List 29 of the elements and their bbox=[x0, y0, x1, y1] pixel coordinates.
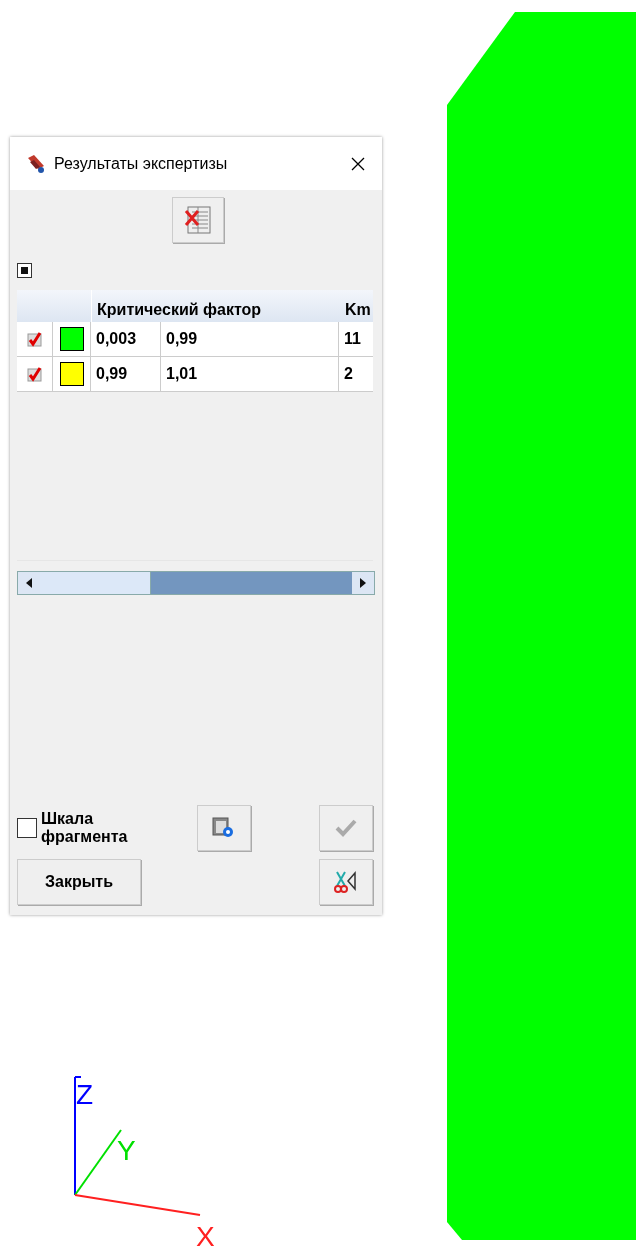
scroll-right-icon[interactable] bbox=[352, 572, 374, 594]
column-header: Km bbox=[344, 301, 372, 320]
checkbox[interactable] bbox=[17, 263, 32, 278]
checkmark-icon bbox=[334, 818, 358, 838]
scissors-icon bbox=[334, 870, 358, 894]
table-cell: 1,01 bbox=[161, 357, 339, 391]
window-title: Результаты экспертизы bbox=[54, 154, 229, 173]
scroll-left-icon[interactable] bbox=[18, 572, 40, 594]
column-header: Критический фактор bbox=[96, 301, 263, 320]
close-button[interactable]: Закрыть bbox=[17, 859, 141, 905]
app-logo-icon bbox=[26, 153, 46, 174]
scrollbar-thumb[interactable] bbox=[40, 572, 151, 594]
table-cell: 0,003 bbox=[91, 322, 161, 356]
axis-label: Z bbox=[76, 1079, 94, 1110]
settings-icon bbox=[212, 817, 236, 839]
settings-button[interactable] bbox=[197, 805, 251, 851]
checkbox[interactable] bbox=[17, 818, 37, 838]
table-cell: 0,99 bbox=[91, 357, 161, 391]
scissors-button[interactable] bbox=[319, 859, 373, 905]
check-mark-icon[interactable] bbox=[26, 366, 43, 382]
axis-label: Y bbox=[117, 1135, 136, 1166]
axis-label: X bbox=[196, 1221, 215, 1248]
crossed-table-icon bbox=[184, 205, 212, 235]
table-cell: 0,99 bbox=[161, 322, 339, 356]
checkbox-label: Шкала фрагмента bbox=[41, 810, 129, 846]
table-cell-text: 11 bbox=[343, 329, 362, 349]
table-cell-text: 2 bbox=[343, 364, 354, 384]
delete-table-button[interactable] bbox=[172, 197, 224, 243]
check-mark-icon[interactable] bbox=[26, 331, 43, 347]
